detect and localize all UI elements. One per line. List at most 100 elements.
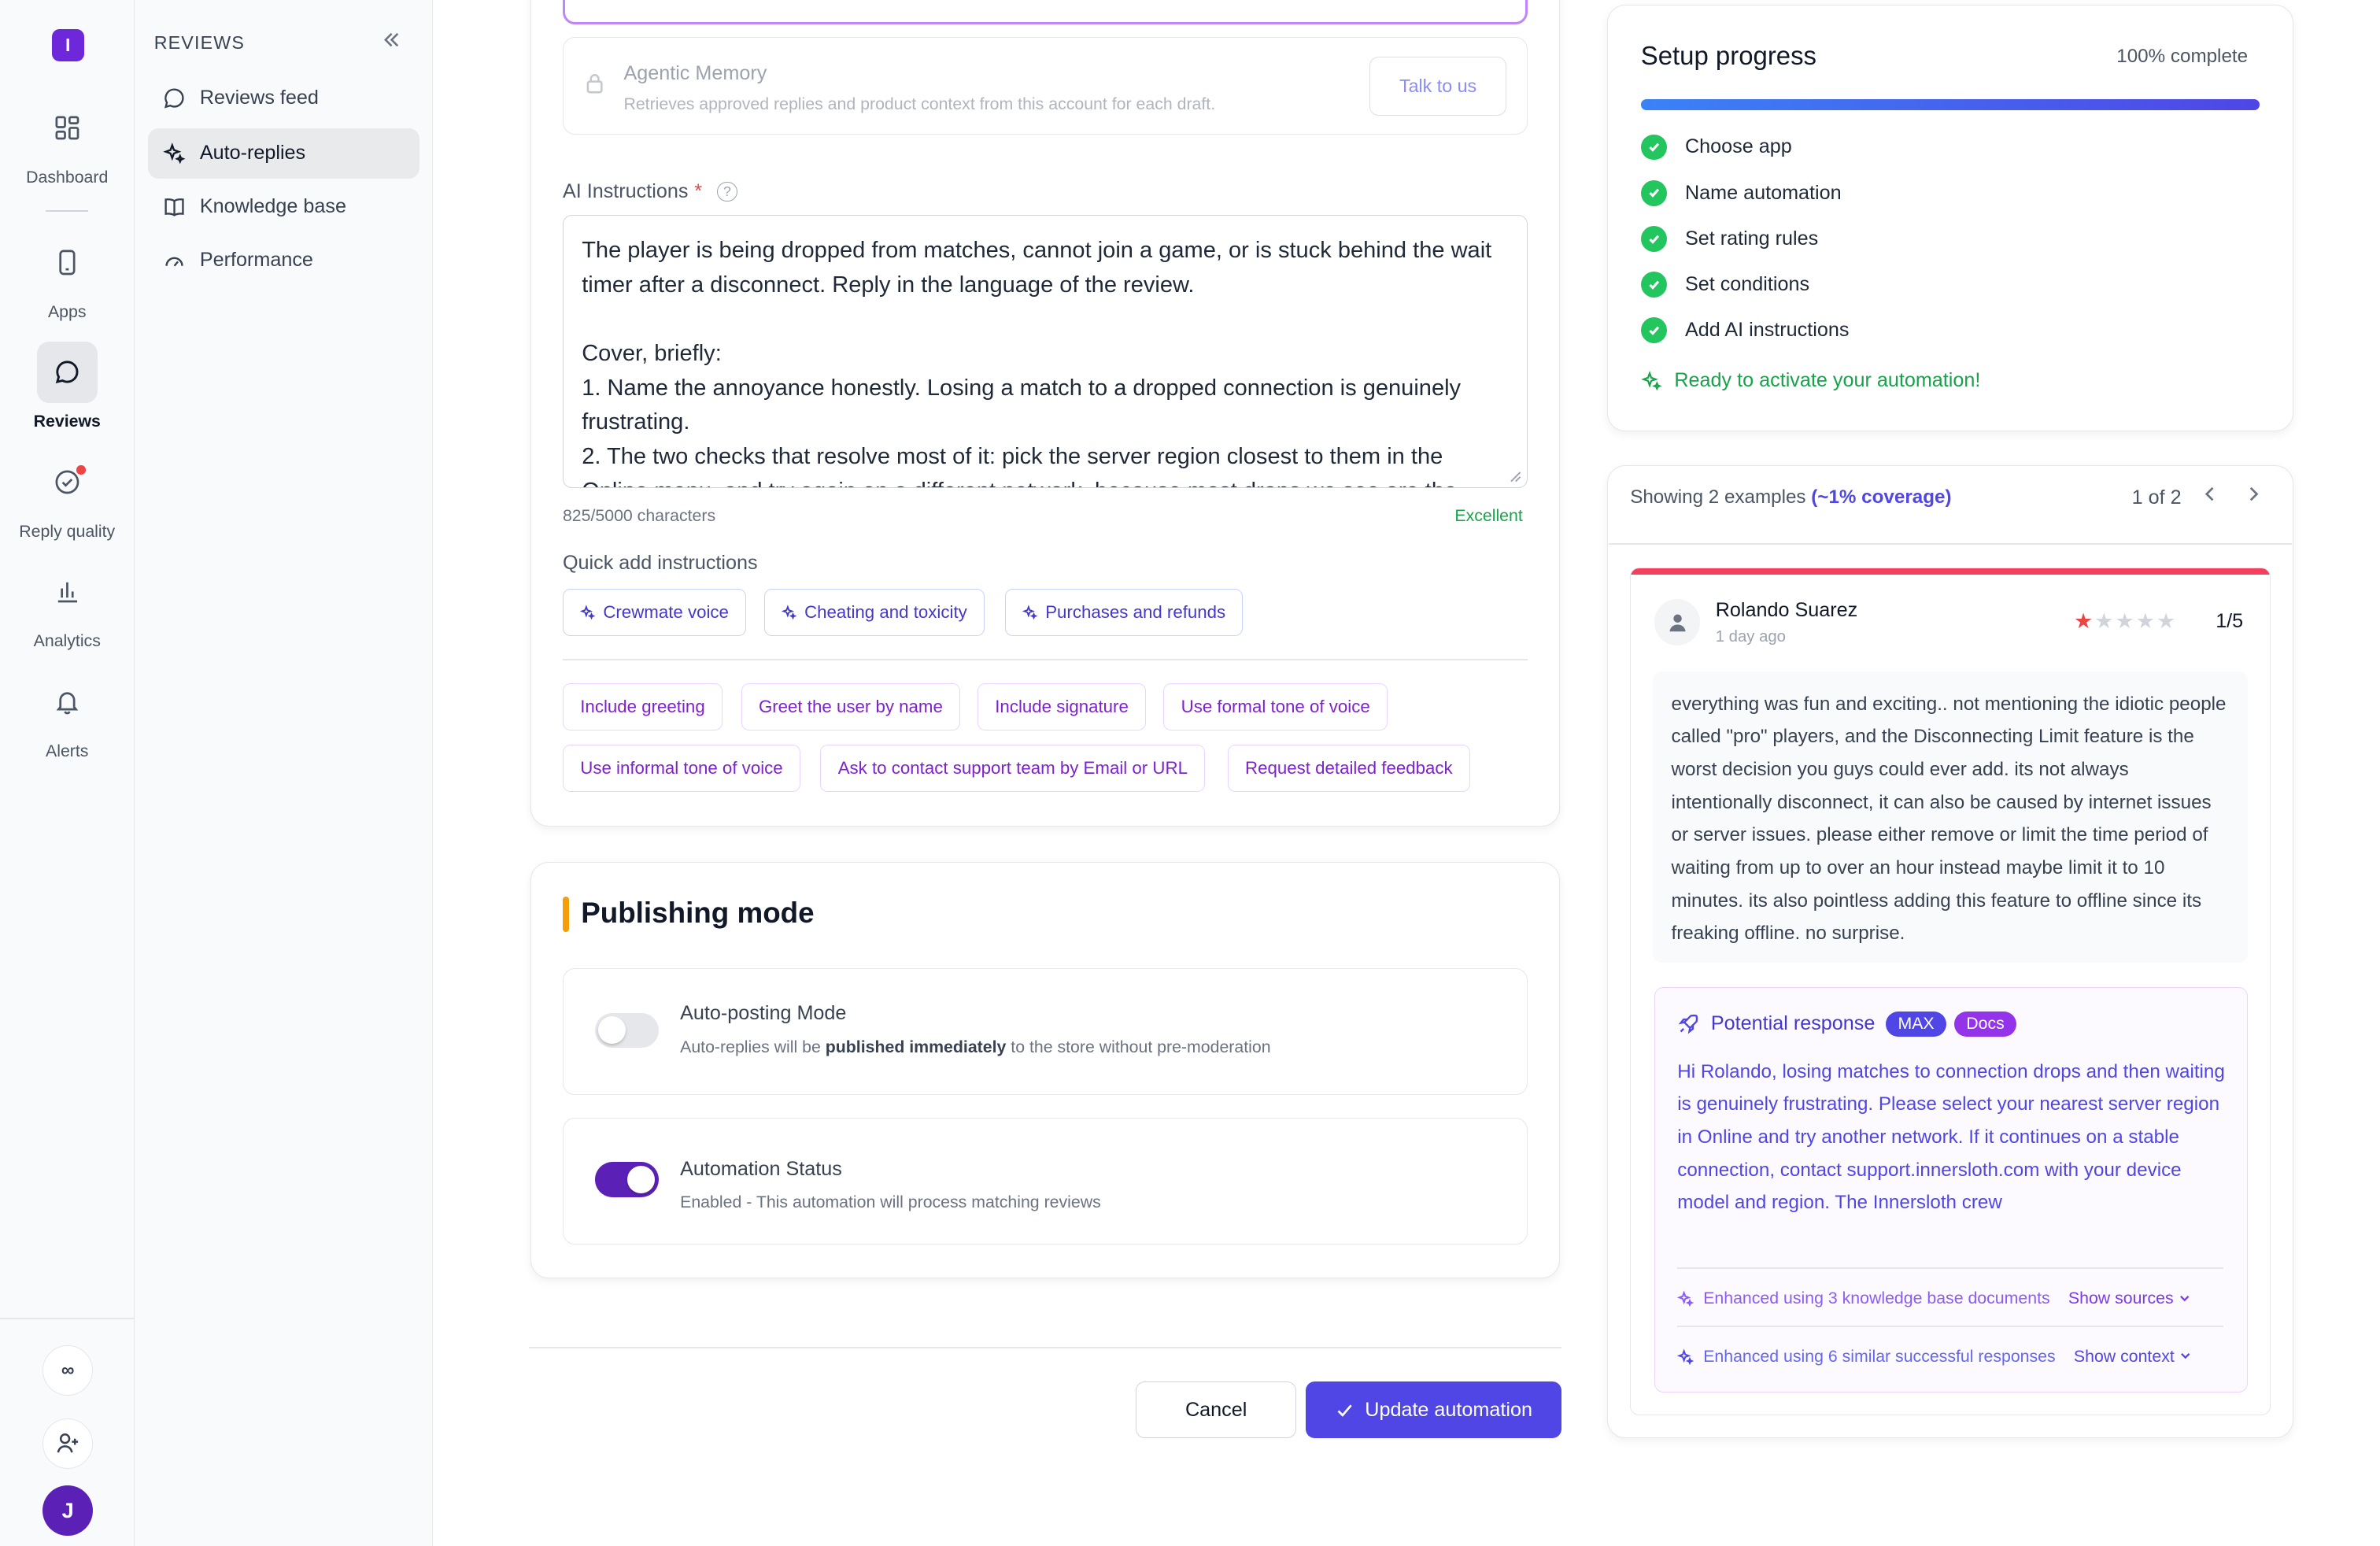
collapse-sidebar-icon[interactable] [381, 29, 402, 56]
enhanced-kb-row: Enhanced using 3 knowledge base document… [1677, 1289, 2190, 1308]
ai-instructions-label: AI Instructions * ? [563, 180, 737, 203]
chip-cheating-and-toxicity[interactable]: Cheating and toxicity [763, 588, 985, 636]
chip-request-feedback[interactable]: Request detailed feedback [1227, 744, 1470, 792]
chat-bubble-icon [36, 342, 98, 403]
memory-title: Agentic Memory [623, 62, 767, 85]
star-empty-icon: ★ [2135, 608, 2156, 634]
examples-pager: 1 of 2 [2131, 486, 2182, 509]
rail-label: Reviews [33, 412, 101, 431]
update-automation-button[interactable]: Update automation [1305, 1381, 1561, 1439]
quality-indicator: Excellent [1454, 506, 1523, 526]
add-user-button[interactable] [42, 1418, 94, 1469]
rail-bottom-divider [0, 1318, 135, 1319]
check-circle-icon [1640, 179, 1667, 206]
cancel-button[interactable]: Cancel [1136, 1381, 1296, 1439]
chip-purchases-and-refunds[interactable]: Purchases and refunds [1004, 588, 1244, 636]
setup-progress-title: Setup progress [1640, 41, 1817, 71]
chip-informal-tone[interactable]: Use informal tone of voice [562, 744, 800, 792]
star-empty-icon: ★ [2156, 608, 2176, 634]
setup-progress-fill [1640, 98, 2260, 110]
sparkle-icon [1022, 605, 1038, 620]
prev-example-icon[interactable] [2201, 483, 2219, 510]
review-score: 1/5 [2216, 610, 2244, 632]
potential-response-header: Potential response MAX Docs [1677, 1011, 2017, 1037]
response-divider [1677, 1325, 2223, 1327]
toggle-knob [598, 1016, 626, 1045]
chip-include-greeting[interactable]: Include greeting [562, 683, 723, 731]
check-circle-icon [1640, 225, 1667, 252]
rail-item-analytics[interactable]: Analytics [0, 561, 135, 651]
review-text: everything was fun and exciting.. not me… [1653, 671, 2248, 963]
bar-chart-icon [37, 561, 98, 623]
desc-bold: published immediately [825, 1037, 1007, 1056]
chip-contact-support[interactable]: Ask to contact support team by Email or … [820, 744, 1206, 792]
footer-divider [529, 1346, 1561, 1348]
help-icon[interactable]: ? [717, 181, 737, 202]
infinity-button[interactable]: ∞ [42, 1344, 94, 1396]
check-circle-icon [1640, 271, 1667, 298]
sparkle-icon [580, 605, 596, 620]
sidebar-item-reviews-feed[interactable]: Reviews feed [148, 73, 419, 124]
rail-item-reply-quality[interactable]: Reply quality [0, 452, 135, 542]
chip-include-signature[interactable]: Include signature [977, 683, 1147, 731]
show-sources-link[interactable]: Show sources [2068, 1289, 2190, 1308]
automation-status-panel [562, 1118, 1528, 1245]
chip-crewmate-voice[interactable]: Crewmate voice [562, 588, 747, 636]
button-label: Update automation [1365, 1398, 1532, 1421]
rocket-icon [1678, 1015, 1698, 1034]
response-title: Potential response [1710, 1012, 1876, 1035]
rail-label: Dashboard [26, 168, 109, 187]
chip-formal-tone[interactable]: Use formal tone of voice [1163, 683, 1388, 731]
gauge-icon [165, 257, 184, 267]
auto-posting-toggle[interactable] [594, 1012, 659, 1049]
rail-item-apps[interactable]: Apps [0, 232, 135, 322]
app-logo[interactable]: I [51, 28, 84, 61]
add-user-icon [57, 1433, 78, 1453]
coverage-text: (~1% coverage) [1811, 486, 1952, 509]
ai-instructions-textarea[interactable]: The player is being dropped from matches… [562, 215, 1528, 488]
reviewer-name: Rolando Suarez [1715, 599, 1858, 622]
check-circle-icon [37, 452, 98, 513]
show-context-link[interactable]: Show context [2074, 1347, 2191, 1367]
rail-item-dashboard[interactable]: Dashboard [0, 98, 135, 187]
step-label: Set rating rules [1684, 227, 1819, 250]
rail-label: Alerts [46, 741, 89, 760]
book-icon [164, 198, 184, 216]
label-text: AI Instructions [562, 179, 689, 202]
setup-step: Set conditions [1640, 271, 1810, 298]
showing-text: Showing 2 examples [1630, 486, 1812, 509]
next-example-icon[interactable] [2245, 483, 2263, 510]
setup-progress-bar [1640, 98, 2260, 110]
step-label: Set conditions [1684, 272, 1810, 295]
talk-to-us-button[interactable]: Talk to us [1369, 56, 1507, 117]
chevron-down-icon [2179, 1295, 2189, 1301]
resize-handle-icon[interactable] [1510, 470, 1522, 488]
sidebar-item-label: Reviews feed [199, 87, 319, 109]
sidebar-item-performance[interactable]: Performance [148, 235, 419, 285]
ready-text: Ready to activate your automation! [1674, 368, 1981, 391]
sidebar-title: REVIEWS [153, 31, 246, 53]
rail-label: Reply quality [19, 521, 116, 541]
sidebar-item-auto-replies[interactable]: Auto-replies [147, 128, 419, 179]
show-context-label: Show context [2073, 1346, 2175, 1366]
rail-item-alerts[interactable]: Alerts [0, 671, 135, 761]
required-mark: * [694, 179, 702, 202]
focused-field-edge[interactable] [562, 0, 1528, 24]
automation-status-description: Enabled - This automation will process m… [680, 1193, 1101, 1212]
sidebar-item-knowledge-base[interactable]: Knowledge base [148, 182, 419, 232]
setup-step: Add AI instructions [1640, 317, 1849, 343]
avatar[interactable]: J [42, 1485, 94, 1537]
chip-label: Cheating and toxicity [804, 601, 967, 622]
chip-label: Crewmate voice [603, 601, 729, 622]
rail-item-reviews[interactable]: Reviews [0, 342, 135, 431]
setup-step: Choose app [1640, 134, 1792, 161]
quick-add-label: Quick add instructions [562, 552, 758, 575]
lock-icon [586, 72, 604, 100]
toggle-knob [627, 1166, 656, 1194]
sparkle-icon [1677, 1348, 1694, 1365]
automation-status-toggle[interactable] [594, 1162, 659, 1197]
chip-greet-user-by-name[interactable]: Greet the user by name [741, 683, 961, 731]
automation-status-title: Automation Status [680, 1157, 842, 1180]
check-circle-icon [1640, 317, 1667, 343]
phone-icon [37, 232, 98, 294]
